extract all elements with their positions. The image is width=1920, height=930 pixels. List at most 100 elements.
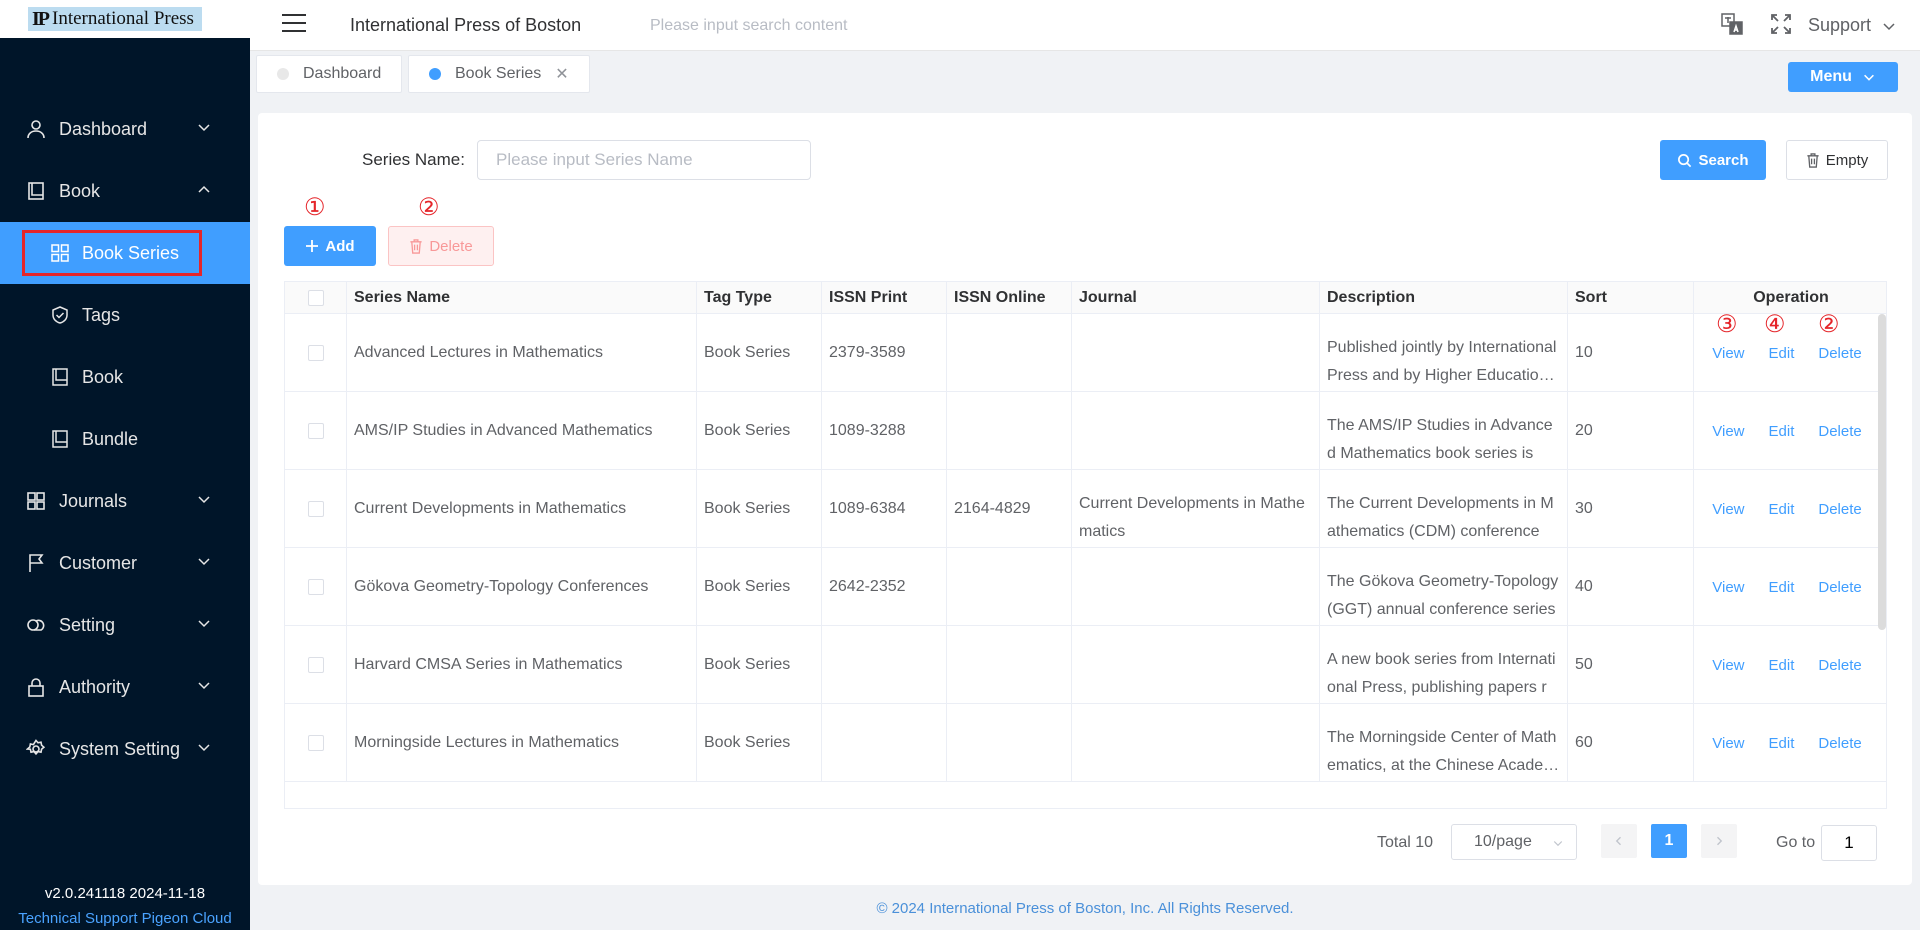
- sidebar-item-journals[interactable]: Journals: [0, 470, 250, 532]
- row-checkbox-cell: [285, 470, 347, 548]
- delete-link[interactable]: Delete: [1818, 501, 1861, 518]
- cell-issn-online: [947, 626, 1072, 704]
- select-all-checkbox[interactable]: [307, 290, 324, 306]
- chevron-down-icon: [198, 620, 210, 628]
- sidebar-item-dashboard[interactable]: Dashboard: [0, 98, 250, 160]
- chevron-down-icon: [198, 744, 210, 752]
- sidebar-item-system-setting[interactable]: System Setting: [0, 718, 250, 780]
- column-header[interactable]: Journal: [1072, 282, 1320, 314]
- edit-link[interactable]: Edit: [1769, 423, 1795, 440]
- goto-label: Go to: [1776, 834, 1816, 851]
- table-scrollbar[interactable]: [1878, 314, 1886, 630]
- page-size-select[interactable]: 10/page: [1451, 824, 1577, 860]
- view-link[interactable]: View: [1712, 657, 1744, 674]
- table-row: Gökova Geometry-Topology Conferences Book…: [285, 548, 1886, 626]
- close-icon[interactable]: ✕: [555, 64, 568, 84]
- book-icon: [50, 367, 70, 387]
- table-row: Advanced Lectures in Mathematics Book Ser…: [285, 314, 1886, 392]
- edit-link[interactable]: Edit: [1769, 579, 1795, 596]
- sidebar-item-book[interactable]: Book: [0, 160, 250, 222]
- column-header[interactable]: Series Name: [347, 282, 697, 314]
- tab-dashboard[interactable]: Dashboard: [256, 55, 403, 93]
- column-header[interactable]: Description: [1320, 282, 1568, 314]
- sidebar-item-customer[interactable]: Customer: [0, 532, 250, 594]
- technical-support-link[interactable]: Technical Support Pigeon Cloud: [0, 910, 250, 927]
- header-search-input[interactable]: [650, 12, 1050, 40]
- cell-sort: 60: [1568, 704, 1694, 782]
- cell-issn-online: 2164-4829: [947, 470, 1072, 548]
- empty-button[interactable]: Empty: [1786, 140, 1888, 180]
- row-checkbox[interactable]: [307, 423, 324, 439]
- fullscreen-icon[interactable]: [1769, 12, 1793, 36]
- cell-issn-print-text: 1089-3288: [829, 422, 906, 439]
- view-link[interactable]: View: [1712, 579, 1744, 596]
- sidebar-item-label: Tags: [82, 304, 121, 325]
- translate-icon[interactable]: [1720, 12, 1744, 36]
- sidebar-item-label: Journals: [59, 490, 128, 511]
- cell-sort-text: 10: [1575, 344, 1593, 361]
- sidebar-subitem-tags[interactable]: Tags: [0, 284, 250, 346]
- cell-issn-print-text: 2379-3589: [829, 344, 906, 361]
- table-header: Series Name Tag Type ISSN Print ISSN Onl…: [285, 282, 1886, 314]
- view-link[interactable]: View: [1712, 345, 1744, 362]
- tab-book-series[interactable]: Book Series ✕: [408, 55, 590, 93]
- search-button[interactable]: Search: [1660, 140, 1766, 180]
- series-name-input[interactable]: [477, 140, 811, 180]
- sidebar-subitem-bundle[interactable]: Bundle: [0, 408, 250, 470]
- row-checkbox[interactable]: [307, 735, 324, 751]
- cell-description: A new book series from International Pre…: [1320, 626, 1568, 704]
- cell-tag-type-text: Book Series: [704, 344, 791, 361]
- column-header[interactable]: Tag Type: [697, 282, 822, 314]
- cell-journal: [1072, 704, 1320, 782]
- cell-series-name: Advanced Lectures in Mathematics: [347, 314, 697, 392]
- sidebar-item-label: System Setting: [59, 738, 181, 759]
- delete-link[interactable]: Delete: [1818, 423, 1861, 440]
- sidebar-item-label: Book: [59, 180, 101, 201]
- tab-label: Book Series: [455, 65, 542, 82]
- next-page-button[interactable]: [1701, 824, 1737, 858]
- view-link[interactable]: View: [1712, 501, 1744, 518]
- cell-operation: View Edit Delete: [1694, 392, 1880, 470]
- delete-link[interactable]: Delete: [1818, 345, 1861, 362]
- delete-link[interactable]: Delete: [1818, 579, 1861, 596]
- edit-link[interactable]: Edit: [1769, 735, 1795, 752]
- goto-page-input[interactable]: [1821, 825, 1877, 861]
- sidebar-item-setting[interactable]: Setting: [0, 594, 250, 656]
- cell-description: The Gökova Geometry-Topology (GGT) annua…: [1320, 548, 1568, 626]
- table-row: Morningside Lectures in Mathematics Book …: [285, 704, 1886, 782]
- add-button[interactable]: Add: [284, 226, 376, 266]
- row-checkbox[interactable]: [307, 345, 324, 361]
- column-header[interactable]: ISSN Print: [822, 282, 947, 314]
- delete-link[interactable]: Delete: [1818, 735, 1861, 752]
- sidebar-subitem-book[interactable]: Book: [0, 346, 250, 408]
- tab-label: Dashboard: [303, 65, 382, 82]
- sidebar: IP International Press Dashboard Book Bo…: [0, 0, 250, 930]
- cell-series-name-text: AMS/IP Studies in Advanced Mathematics: [354, 422, 653, 439]
- cell-sort-text: 20: [1575, 422, 1593, 439]
- row-checkbox[interactable]: [307, 657, 324, 673]
- support-dropdown[interactable]: Support: [1808, 15, 1897, 36]
- edit-link[interactable]: Edit: [1769, 501, 1795, 518]
- row-checkbox-cell: [285, 626, 347, 704]
- shield-check-icon: [50, 305, 70, 325]
- prev-page-button[interactable]: [1601, 824, 1637, 858]
- view-link[interactable]: View: [1712, 423, 1744, 440]
- sidebar-subitem-book-series[interactable]: Book Series: [0, 222, 250, 284]
- hamburger-menu-icon[interactable]: [282, 14, 306, 36]
- delete-button-label: Delete: [429, 237, 473, 255]
- row-checkbox[interactable]: [307, 501, 324, 517]
- logo[interactable]: IP International Press: [28, 7, 202, 31]
- cell-operation: View Edit Delete: [1694, 314, 1880, 392]
- row-checkbox[interactable]: [307, 579, 324, 595]
- column-header[interactable]: ISSN Online: [947, 282, 1072, 314]
- column-header[interactable]: Sort: [1568, 282, 1694, 314]
- edit-link[interactable]: Edit: [1769, 657, 1795, 674]
- view-link[interactable]: View: [1712, 735, 1744, 752]
- menu-button[interactable]: Menu: [1788, 62, 1898, 92]
- delete-link[interactable]: Delete: [1818, 657, 1861, 674]
- delete-button[interactable]: Delete: [388, 226, 494, 266]
- edit-link[interactable]: Edit: [1769, 345, 1795, 362]
- sidebar-item-authority[interactable]: Authority: [0, 656, 250, 718]
- page-number-current[interactable]: 1: [1651, 824, 1687, 858]
- gear-icon: [25, 738, 47, 760]
